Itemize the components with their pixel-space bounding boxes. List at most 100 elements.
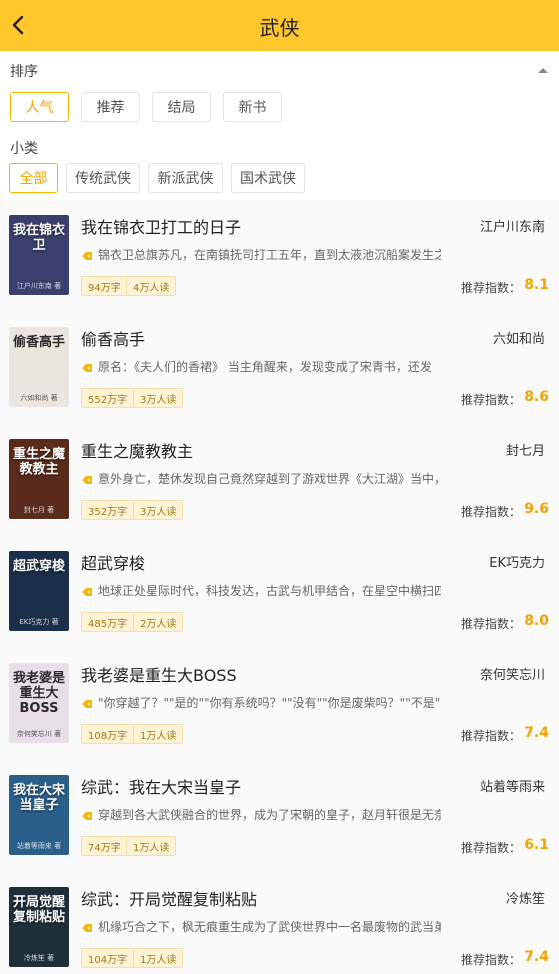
recommendation-score: 6.1 xyxy=(524,837,549,853)
tag-icon xyxy=(81,362,93,372)
book-row[interactable]: 超武穿梭 EK巧克力 著 超武穿梭 EK巧克力地球正处星际时代，科技发达，古武与机甲结… xyxy=(0,536,559,648)
book-description: 原名：《夫人们的香裙》 当主角醒来，发现变成了宋青书，还发 xyxy=(81,358,441,375)
cover-title: 我在大宋当皇子 xyxy=(12,783,65,813)
book-cover-image[interactable]: 重生之魔教教主封七月 著 xyxy=(9,439,69,519)
description-text: 地球正处星际时代，科技发达，古武与机甲结合，在星空中横扫四方 xyxy=(98,584,441,598)
readers-badge: 3万人读 xyxy=(133,388,184,408)
cover-author: 站着等雨来 著 xyxy=(16,842,62,850)
readers-badge: 1万人读 xyxy=(126,836,177,856)
cover-author: 江户川东南 著 xyxy=(16,282,62,290)
word-count-badge: 94万字 xyxy=(81,276,128,296)
readers-badge: 2万人读 xyxy=(133,612,184,632)
book-row[interactable]: 重生之魔教教主 封七月 著重生之魔教教主 封七月 意外身亡，楚休发现自己竟然穿越到了游… xyxy=(0,424,559,536)
sort-label: 排序 xyxy=(10,64,38,80)
description-text: 锦衣卫总旗苏凡，在南镇抚司打工五年，直到太液池沉船案发生之后 xyxy=(98,248,441,262)
recommendation-score: 7.4 xyxy=(524,949,549,965)
book-author: 江户川东南 xyxy=(479,220,545,235)
book-cover-image[interactable]: 我在锦衣卫江户川东南 著 xyxy=(9,215,69,295)
tag-icon xyxy=(81,698,93,708)
book-description: 穿越到各大武侠融合的世界，成为了宋朝的皇子，赵月轩很是无奈。 xyxy=(81,806,441,823)
cover-author: 奈何笑忘川 著 xyxy=(16,730,62,738)
book-description: 机缘巧合之下，枫无痕重生成为了武侠世界中一名最废物的武当弟子 xyxy=(81,918,441,935)
word-count-badge: 74万字 xyxy=(81,836,128,856)
category-option-martial-arts[interactable]: 国术武侠 xyxy=(231,163,305,193)
book-row[interactable]: 我在大宋当皇子 站着等雨来 著综武：我在大宋当皇子 站着等雨来 穿越到各大武侠融合的世… xyxy=(0,760,559,872)
page-title: 武侠 xyxy=(259,16,300,40)
score-label: 推荐指数： xyxy=(460,393,521,407)
cover-author: EK巧克力 著 xyxy=(19,618,59,626)
category-label: 小类 xyxy=(10,141,38,157)
book-row[interactable]: 偷香高手 六如和尚 著偷香高手 六如和尚 原名：《夫人们的香裙》 当主角醒来，发现变成… xyxy=(0,312,559,424)
sort-option-finished[interactable]: 结局 xyxy=(152,92,211,122)
readers-badge: 3万人读 xyxy=(133,500,184,520)
cover-title: 偷香高手 xyxy=(12,335,65,350)
cover-author: 冷炼笙 著 xyxy=(23,954,55,962)
word-count-badge: 108万字 xyxy=(81,724,135,744)
collapse-arrow-icon[interactable] xyxy=(537,65,549,75)
book-list: 我在锦衣卫 江户川东南 著我在锦衣卫打工的日子 江户川东南 锦衣卫总旗苏凡，在南镇抚司… xyxy=(0,200,559,974)
book-description: 意外身亡，楚休发现自己竟然穿越到了游戏世界《大江湖》当中，成 xyxy=(81,470,441,487)
tag-icon xyxy=(81,250,93,260)
readers-badge: 1万人读 xyxy=(133,724,184,744)
score-label: 推荐指数： xyxy=(460,505,521,519)
book-title[interactable]: 综武：我在大宋当皇子 xyxy=(81,774,241,798)
recommendation-score: 8.1 xyxy=(524,277,549,293)
score-label: 推荐指数： xyxy=(460,729,521,743)
tag-icon xyxy=(81,474,93,484)
book-cover-image[interactable]: 我在大宋当皇子站着等雨来 著 xyxy=(9,775,69,855)
book-title[interactable]: 我在锦衣卫打工的日子 xyxy=(81,214,241,238)
book-title[interactable]: 重生之魔教教主 xyxy=(81,438,193,462)
book-author: 六如和尚 xyxy=(492,332,545,347)
book-author: EK巧克力 xyxy=(489,556,545,571)
book-title[interactable]: 综武：开局觉醒复制粘贴 xyxy=(81,886,257,910)
category-option-all[interactable]: 全部 xyxy=(9,163,58,193)
word-count-badge: 104万字 xyxy=(81,948,135,968)
book-description: 锦衣卫总旗苏凡，在南镇抚司打工五年，直到太液池沉船案发生之后 xyxy=(81,246,441,263)
sort-option-popular[interactable]: 人气 xyxy=(10,92,69,122)
description-text: 穿越到各大武侠融合的世界，成为了宋朝的皇子，赵月轩很是无奈。 xyxy=(98,808,441,822)
tag-icon xyxy=(81,922,93,932)
tag-icon xyxy=(81,810,93,820)
book-title[interactable]: 我老婆是重生大BOSS xyxy=(81,662,237,686)
recommendation-score: 8.0 xyxy=(524,613,549,629)
cover-author: 封七月 著 xyxy=(23,506,55,514)
book-row[interactable]: 我在锦衣卫 江户川东南 著我在锦衣卫打工的日子 江户川东南 锦衣卫总旗苏凡，在南镇抚司… xyxy=(0,200,559,312)
word-count-badge: 352万字 xyxy=(81,500,135,520)
recommendation-score: 7.4 xyxy=(524,725,549,741)
description-text: 原名：《夫人们的香裙》 当主角醒来，发现变成了宋青书，还发 xyxy=(98,360,432,374)
cover-title: 开局觉醒复制粘贴 xyxy=(12,895,65,925)
book-title[interactable]: 超武穿梭 xyxy=(81,550,145,574)
score-label: 推荐指数： xyxy=(460,281,521,295)
book-description: "你穿越了？""是的""你有系统吗？""没有""你是废柴吗？""不是" xyxy=(81,694,441,711)
sort-option-new[interactable]: 新书 xyxy=(223,92,282,122)
readers-badge: 1万人读 xyxy=(133,948,184,968)
readers-badge: 4万人读 xyxy=(126,276,177,296)
cover-title: 我在锦衣卫 xyxy=(12,223,65,253)
book-author: 奈何笑忘川 xyxy=(479,668,545,683)
book-cover-image[interactable]: 我老婆是重生大BOSS 奈何笑忘川 著 xyxy=(9,663,69,743)
book-author: 冷炼笙 xyxy=(505,892,545,907)
cover-title: 重生之魔教教主 xyxy=(12,447,65,477)
book-row[interactable]: 开局觉醒复制粘贴 冷炼笙 著综武：开局觉醒复制粘贴 冷炼笙 机缘巧合之下，枫无痕重生成… xyxy=(0,872,559,974)
description-text: 机缘巧合之下，枫无痕重生成为了武侠世界中一名最废物的武当弟子 xyxy=(98,920,441,934)
description-text: 意外身亡，楚休发现自己竟然穿越到了游戏世界《大江湖》当中，成 xyxy=(98,472,441,486)
book-row[interactable]: 我老婆是重生大BOSS 奈何笑忘川 著 我老婆是重生大BOSS 奈何笑忘川 "你穿越了？… xyxy=(0,648,559,760)
book-cover-image[interactable]: 超武穿梭 EK巧克力 著 xyxy=(9,551,69,631)
category-option-new-school[interactable]: 新派武侠 xyxy=(148,163,223,193)
score-label: 推荐指数： xyxy=(460,617,521,631)
cover-title: 超武穿梭 xyxy=(12,559,65,574)
word-count-badge: 485万字 xyxy=(81,612,135,632)
category-option-traditional[interactable]: 传统武侠 xyxy=(66,163,140,193)
book-cover-image[interactable]: 偷香高手六如和尚 著 xyxy=(9,327,69,407)
sort-option-recommended[interactable]: 推荐 xyxy=(81,92,140,122)
filter-panel: 排序 人气 推荐 结局 新书 小类 全部 传统武侠 新派武侠 国术武侠 xyxy=(0,51,559,200)
top-bar: 武侠 xyxy=(0,0,559,51)
recommendation-score: 9.6 xyxy=(524,501,549,517)
tag-icon xyxy=(81,586,93,596)
cover-title: 我老婆是重生大BOSS xyxy=(12,671,65,716)
book-title[interactable]: 偷香高手 xyxy=(81,326,145,350)
book-cover-image[interactable]: 开局觉醒复制粘贴冷炼笙 著 xyxy=(9,887,69,967)
description-text: "你穿越了？""是的""你有系统吗？""没有""你是废柴吗？""不是" xyxy=(98,696,441,710)
cover-author: 六如和尚 著 xyxy=(20,394,58,402)
score-label: 推荐指数： xyxy=(460,953,521,967)
